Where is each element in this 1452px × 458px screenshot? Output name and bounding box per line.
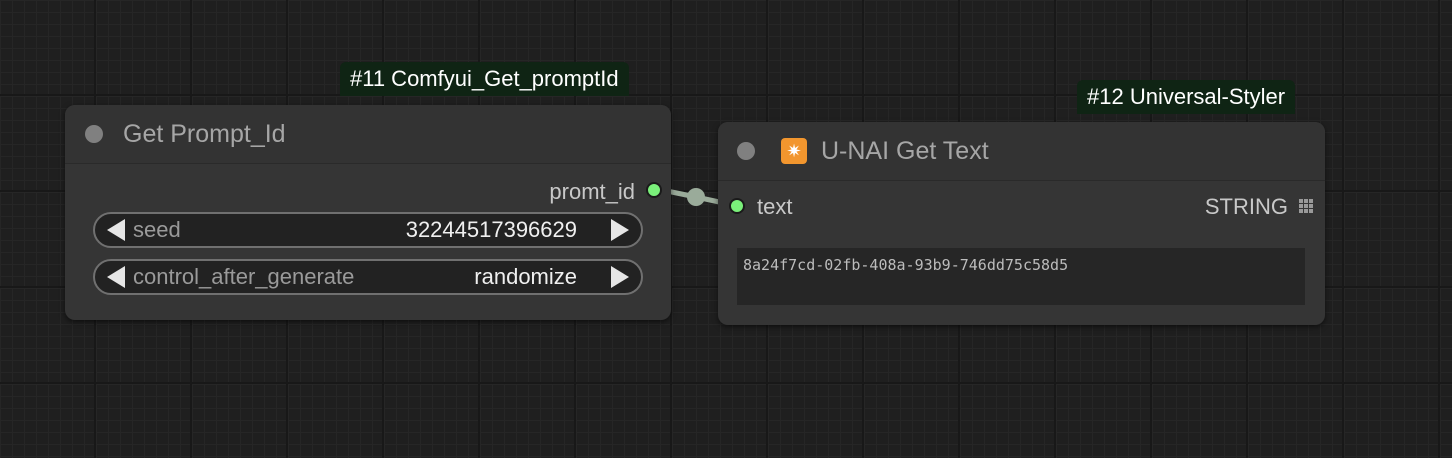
seed-increment-arrow-icon[interactable] xyxy=(611,219,629,241)
link-midpoint-handle[interactable] xyxy=(687,188,705,206)
input-label-text: text xyxy=(757,194,793,219)
control-after-generate-label: control_after_generate xyxy=(133,264,355,289)
seed-widget-value[interactable]: 32244517396629 xyxy=(406,214,577,246)
seed-widget-label: seed xyxy=(133,217,181,242)
node-title-bar[interactable]: Get Prompt_Id xyxy=(65,105,671,164)
node-u-nai-get-text[interactable]: ✷ U-NAI Get Text text STRING 8a24f7cd-02… xyxy=(718,122,1325,325)
node-id-badge-get-prompt-id: #11 Comfyui_Get_promptId xyxy=(340,62,629,96)
node-get-prompt-id[interactable]: Get Prompt_Id promt_id seed 322445173966… xyxy=(65,105,671,320)
node-title: Get Prompt_Id xyxy=(123,120,286,148)
seed-widget[interactable]: seed 32244517396629 xyxy=(93,212,643,248)
seed-decrement-arrow-icon[interactable] xyxy=(107,219,125,241)
control-next-arrow-icon[interactable] xyxy=(611,266,629,288)
control-prev-arrow-icon[interactable] xyxy=(107,266,125,288)
node-id-badge-get-text: #12 Universal-Styler xyxy=(1077,80,1296,114)
input-slot-text[interactable] xyxy=(729,198,745,214)
node-title: U-NAI Get Text xyxy=(821,137,989,165)
sparkle-icon: ✷ xyxy=(781,138,807,164)
output-label-promt-id: promt_id xyxy=(549,179,635,204)
output-label-string: STRING xyxy=(1204,194,1288,219)
node-title-bar[interactable]: ✷ U-NAI Get Text xyxy=(718,122,1325,181)
collapse-toggle-icon[interactable] xyxy=(85,125,103,143)
collapse-toggle-icon[interactable] xyxy=(737,142,755,160)
grid-output-icon[interactable] xyxy=(1299,199,1313,213)
text-output-area[interactable]: 8a24f7cd-02fb-408a-93b9-746dd75c58d5 xyxy=(737,248,1305,305)
output-slot-promt-id[interactable] xyxy=(646,182,662,198)
control-after-generate-widget[interactable]: control_after_generate randomize xyxy=(93,259,643,295)
control-after-generate-value[interactable]: randomize xyxy=(474,261,577,293)
